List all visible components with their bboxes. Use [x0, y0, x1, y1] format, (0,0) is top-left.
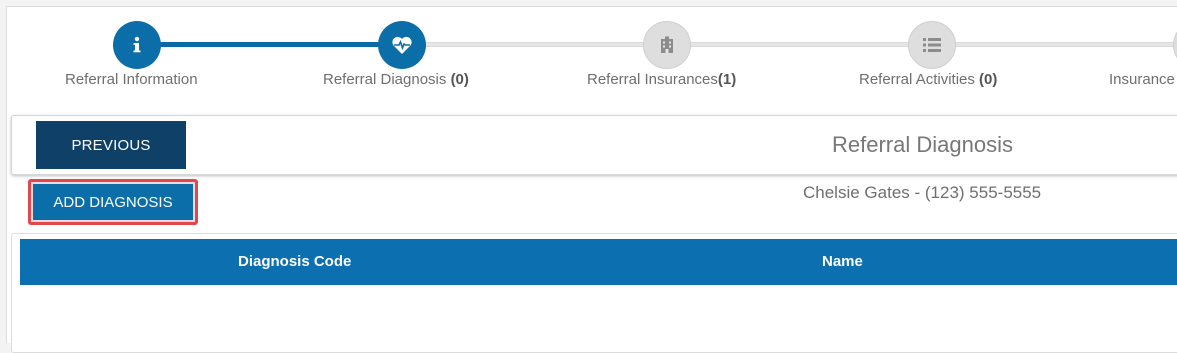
add-diagnosis-highlight: ADD DIAGNOSIS [28, 179, 198, 225]
step-label-referral-diagnosis[interactable]: Referral Diagnosis (0) [323, 71, 469, 88]
step-referral-activities[interactable] [908, 21, 956, 69]
heart-pulse-icon [391, 35, 413, 55]
list-icon [923, 37, 941, 53]
column-header-name[interactable]: Name [822, 239, 863, 285]
add-diagnosis-button[interactable]: ADD DIAGNOSIS [33, 184, 193, 220]
step-insurance[interactable] [1173, 21, 1177, 69]
diagnosis-table: Diagnosis Code Name [11, 233, 1177, 353]
progress-stepper: Referral Information Referral Diagnosis … [7, 7, 1177, 107]
stepper-track-complete [137, 42, 403, 47]
table-header-row: Diagnosis Code Name [20, 239, 1177, 285]
section-title: Referral Diagnosis [832, 132, 1013, 157]
previous-button[interactable]: PREVIOUS [36, 121, 186, 169]
column-header-diagnosis-code[interactable]: Diagnosis Code [238, 239, 351, 285]
step-referral-information[interactable] [113, 21, 161, 69]
building-icon [660, 36, 674, 54]
step-label-insurance[interactable]: Insurance [1109, 71, 1175, 88]
step-label-referral-activities[interactable]: Referral Activities (0) [859, 71, 997, 88]
step-label-referral-insurances[interactable]: Referral Insurances(1) [587, 71, 736, 88]
step-referral-insurances[interactable] [643, 21, 691, 69]
page: Referral Information Referral Diagnosis … [6, 6, 1177, 353]
info-icon [129, 36, 145, 54]
stepper-track-pending [403, 42, 1177, 47]
step-referral-diagnosis[interactable] [378, 21, 426, 69]
patient-summary: Chelsie Gates - (123) 555-5555 [803, 183, 1042, 202]
step-label-referral-information[interactable]: Referral Information [65, 71, 198, 88]
section-header-panel: PREVIOUS Referral Diagnosis [11, 115, 1177, 175]
